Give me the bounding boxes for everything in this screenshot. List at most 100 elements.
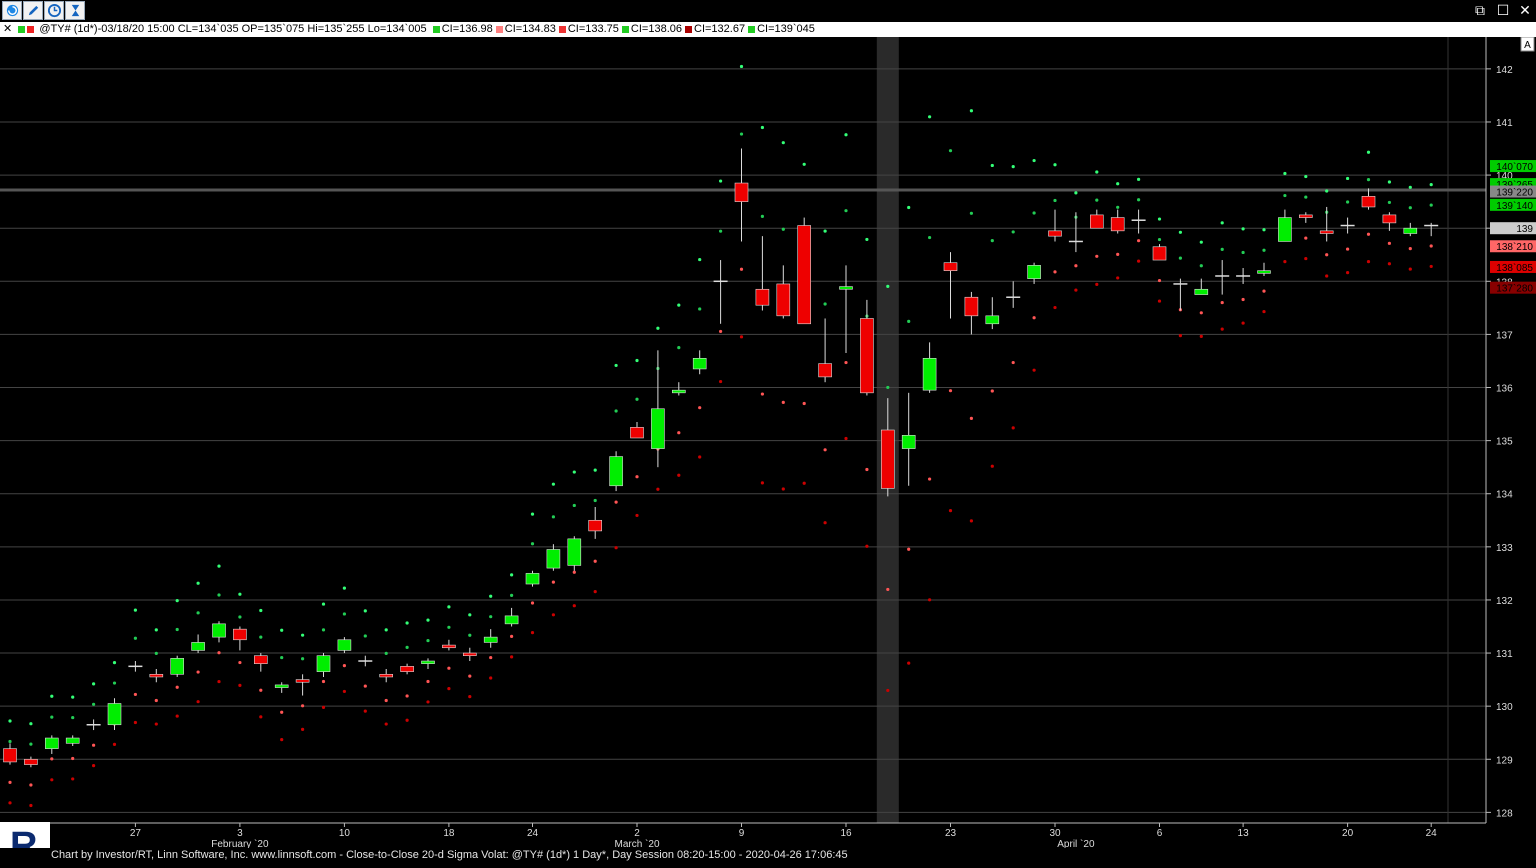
y-tick-label: 133 bbox=[1496, 543, 1513, 554]
candle-body bbox=[1299, 214, 1313, 218]
refresh-icon[interactable] bbox=[2, 1, 22, 20]
band-dot bbox=[1262, 309, 1266, 314]
band-dot bbox=[405, 621, 409, 625]
candle-body bbox=[274, 684, 289, 688]
band-dot bbox=[363, 684, 367, 688]
band-dot bbox=[1387, 180, 1391, 184]
y-tick-label: 129 bbox=[1496, 755, 1513, 766]
band-dot bbox=[1325, 189, 1329, 193]
x-tick-label: 10 bbox=[339, 828, 351, 839]
band-dot bbox=[760, 125, 765, 130]
band-dot bbox=[928, 115, 932, 119]
clock-icon[interactable] bbox=[44, 1, 64, 20]
band-dot bbox=[196, 581, 200, 585]
y-tick-label: 131 bbox=[1496, 649, 1513, 660]
band-dot bbox=[405, 718, 409, 722]
band-dot bbox=[572, 604, 576, 608]
band-dot bbox=[92, 682, 96, 686]
band-dot bbox=[510, 593, 514, 597]
band-dot bbox=[196, 670, 200, 674]
candle-body bbox=[1382, 214, 1397, 224]
ci-value: CI=132.67 bbox=[694, 23, 746, 35]
band-dot bbox=[614, 409, 618, 413]
candle-body bbox=[734, 182, 749, 202]
band-dot bbox=[238, 592, 242, 596]
band-dot bbox=[259, 715, 263, 719]
candle-body bbox=[525, 573, 540, 585]
band-dot bbox=[1074, 264, 1078, 268]
hourglass-icon[interactable] bbox=[65, 1, 85, 20]
band-dot bbox=[1408, 267, 1412, 271]
candle-body bbox=[1194, 288, 1209, 295]
band-dot bbox=[1366, 150, 1371, 154]
band-dot bbox=[1011, 230, 1015, 234]
footer-bar: Chart by Investor/RT, Linn Software, Inc… bbox=[0, 848, 1536, 863]
band-dot bbox=[1116, 182, 1120, 186]
price-label-text: 139`220 bbox=[1496, 187, 1533, 199]
band-dot bbox=[969, 211, 974, 215]
band-dot bbox=[593, 590, 597, 594]
band-dot bbox=[635, 358, 639, 363]
band-dot bbox=[1304, 174, 1308, 179]
close-icon[interactable]: ✕ bbox=[1515, 1, 1535, 19]
band-dot bbox=[1157, 299, 1162, 303]
band-dot bbox=[1178, 333, 1182, 338]
band-dot bbox=[948, 149, 953, 153]
band-dot bbox=[572, 570, 576, 574]
band-dot bbox=[71, 756, 75, 761]
band-dot bbox=[1199, 311, 1203, 315]
band-dot bbox=[217, 651, 221, 655]
band-dot bbox=[1116, 205, 1120, 209]
ci-swatch bbox=[558, 26, 566, 33]
band-dot bbox=[719, 379, 723, 384]
month-label: April `20 bbox=[1057, 838, 1095, 848]
band-dot bbox=[1220, 300, 1224, 305]
candle-body bbox=[24, 758, 38, 765]
candle-body bbox=[755, 288, 770, 306]
band-dot bbox=[1157, 217, 1162, 221]
band-dot bbox=[1262, 228, 1266, 232]
band-dot bbox=[1137, 177, 1141, 181]
band-dot bbox=[50, 715, 54, 719]
maximize-icon[interactable]: ☐ bbox=[1493, 1, 1513, 19]
candle-body bbox=[44, 737, 59, 749]
candle-body bbox=[3, 748, 17, 763]
band-dot bbox=[133, 636, 137, 640]
band-dot bbox=[551, 515, 556, 519]
band-dot bbox=[1095, 282, 1099, 286]
restore-icon[interactable]: ⧉ bbox=[1470, 1, 1490, 19]
candle-body bbox=[818, 363, 832, 378]
band-dot bbox=[50, 778, 54, 782]
band-dot bbox=[259, 608, 263, 613]
band-dot bbox=[739, 64, 744, 69]
band-dot bbox=[301, 727, 305, 731]
band-dot bbox=[280, 628, 284, 632]
x-tick-label: 13 bbox=[1238, 828, 1250, 839]
band-dot bbox=[781, 227, 785, 231]
band-dot bbox=[760, 481, 765, 485]
band-dot bbox=[1262, 289, 1266, 293]
band-dot bbox=[802, 162, 806, 166]
band-dot bbox=[447, 666, 451, 670]
band-dot bbox=[92, 702, 96, 706]
candle-body bbox=[295, 679, 310, 683]
chart-area[interactable]: 1281291301311321331341351361371381391401… bbox=[0, 36, 1536, 850]
close-small-icon[interactable]: ✕ bbox=[3, 22, 12, 37]
band-dot bbox=[1157, 237, 1162, 242]
x-tick-label: 9 bbox=[739, 828, 745, 839]
band-dot bbox=[384, 698, 388, 703]
x-tick-label: 24 bbox=[1426, 828, 1438, 839]
band-dot bbox=[1011, 360, 1015, 365]
band-dot bbox=[154, 722, 158, 726]
band-dot bbox=[468, 633, 472, 637]
band-dot bbox=[1053, 305, 1057, 310]
band-dot bbox=[1074, 288, 1078, 292]
band-dot bbox=[92, 764, 96, 768]
band-dot bbox=[1095, 254, 1099, 258]
band-dot bbox=[760, 214, 765, 218]
band-dot bbox=[698, 455, 702, 459]
band-dot bbox=[1429, 244, 1433, 248]
candle-body bbox=[839, 286, 853, 290]
band-dot bbox=[677, 346, 681, 350]
pencil-icon[interactable] bbox=[23, 1, 43, 20]
